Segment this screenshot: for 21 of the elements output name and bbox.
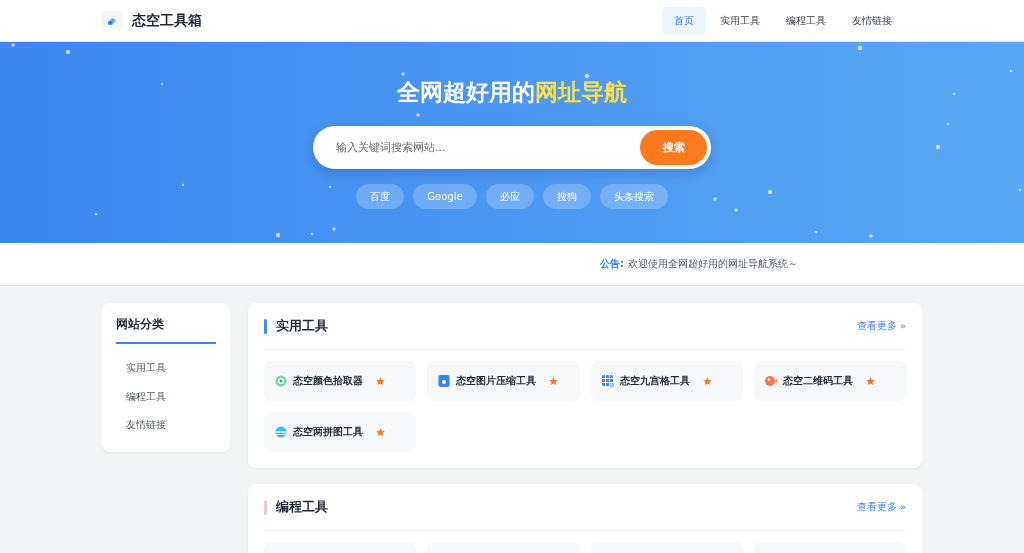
section-title: 编程工具 <box>276 498 328 516</box>
nav-tab[interactable]: 友情链接 <box>840 6 904 35</box>
sidebar-item[interactable]: 友情链接 <box>116 411 216 440</box>
nav-tab[interactable]: 实用工具 <box>708 6 772 35</box>
sidebar-title: 网站分类 <box>116 317 216 344</box>
section-title: 实用工具 <box>276 317 328 335</box>
sidebar-item[interactable]: 编程工具 <box>116 382 216 411</box>
hero-title: 全网超好用的网址导航 <box>397 78 627 107</box>
view-more-link[interactable]: 查看更多 » <box>857 500 906 514</box>
sidebar-item[interactable]: 实用工具 <box>116 354 216 383</box>
tool-card[interactable]: 态空两拼图工具 <box>264 412 417 452</box>
nav-tab[interactable]: 编程工具 <box>774 6 838 35</box>
tool-card[interactable]: 态空二维码工具 <box>753 361 906 401</box>
tool-card[interactable]: 态空图片压缩工具 <box>427 361 580 401</box>
nav-tab[interactable]: 首页 <box>662 6 706 35</box>
notice-label: 公告: <box>600 257 624 271</box>
notice-text: 欢迎使用全网超好用的网址导航系统～ <box>628 257 798 271</box>
tool-card[interactable]: 态空颜色拾取器 <box>264 361 417 401</box>
site-title[interactable]: 态空工具箱 <box>132 11 202 30</box>
view-more-link[interactable]: 查看更多 » <box>857 319 906 333</box>
tool-card[interactable]: 态空九宫格工具 <box>590 361 743 401</box>
